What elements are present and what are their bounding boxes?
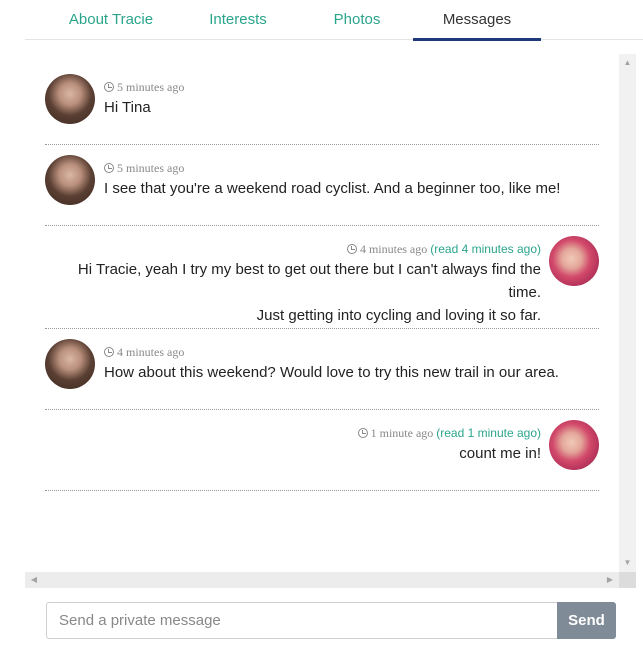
avatar-tracie[interactable] <box>45 339 95 389</box>
vertical-scrollbar[interactable]: ▲ ▼ <box>619 54 636 572</box>
avatar-tracie[interactable] <box>45 155 95 205</box>
avatar-tina[interactable] <box>549 420 599 470</box>
message-timestamp: 4 minutes ago <box>104 345 184 360</box>
message-thread[interactable]: 5 minutes ago Hi Tina 5 minutes ago I se… <box>25 54 637 572</box>
message-item: 5 minutes ago I see that you're a weeken… <box>45 155 599 226</box>
message-item: 1 minute ago (read 1 minute ago) count m… <box>45 420 599 491</box>
message-item: 4 minutes ago How about this weekend? Wo… <box>45 339 599 410</box>
message-line: Just getting into cycling and loving it … <box>256 307 541 324</box>
message-text: Hi Tina <box>104 99 151 116</box>
scroll-up-arrow[interactable]: ▲ <box>619 56 636 70</box>
private-message-input[interactable] <box>46 602 558 639</box>
read-receipt: (read 1 minute ago) <box>436 426 541 440</box>
clock-icon <box>346 244 357 254</box>
message-timestamp: 5 minutes ago <box>104 161 184 176</box>
message-line: Hi Tracie, yeah I try my best to get out… <box>77 261 541 301</box>
scrollbar-corner <box>619 572 636 588</box>
clock-icon <box>104 82 114 92</box>
clock-icon <box>104 347 114 357</box>
send-button[interactable]: Send <box>557 602 616 639</box>
scroll-left-arrow[interactable]: ◀ <box>27 572 41 588</box>
tab-photos[interactable]: Photos <box>320 0 394 40</box>
message-text: count me in! <box>459 445 541 462</box>
horizontal-scrollbar[interactable]: ◀ ▶ <box>25 572 619 588</box>
message-text: Hi Tracie, yeah I try my best to get out… <box>46 258 541 327</box>
tab-interests[interactable]: Interests <box>193 0 283 40</box>
message-item: 5 minutes ago Hi Tina <box>45 74 599 145</box>
read-receipt: (read 4 minutes ago) <box>430 242 541 256</box>
message-text: I see that you're a weekend road cyclist… <box>104 180 561 197</box>
tab-about-tracie[interactable]: About Tracie <box>51 0 171 40</box>
avatar-tina[interactable] <box>549 236 599 286</box>
scroll-right-arrow[interactable]: ▶ <box>603 572 617 588</box>
message-timestamp: 1 minute ago (read 1 minute ago) <box>357 426 541 441</box>
message-text: How about this weekend? Would love to tr… <box>104 364 559 381</box>
message-item: 4 minutes ago (read 4 minutes ago) Hi Tr… <box>45 236 599 329</box>
message-timestamp: 5 minutes ago <box>104 80 184 95</box>
avatar-tracie[interactable] <box>45 74 95 124</box>
clock-icon <box>104 163 114 173</box>
scroll-down-arrow[interactable]: ▼ <box>619 556 636 570</box>
message-timestamp: 4 minutes ago (read 4 minutes ago) <box>346 242 541 257</box>
clock-icon <box>357 428 368 438</box>
profile-tabs: About Tracie Interests Photos Messages <box>25 0 643 41</box>
tab-messages[interactable]: Messages <box>413 0 541 41</box>
